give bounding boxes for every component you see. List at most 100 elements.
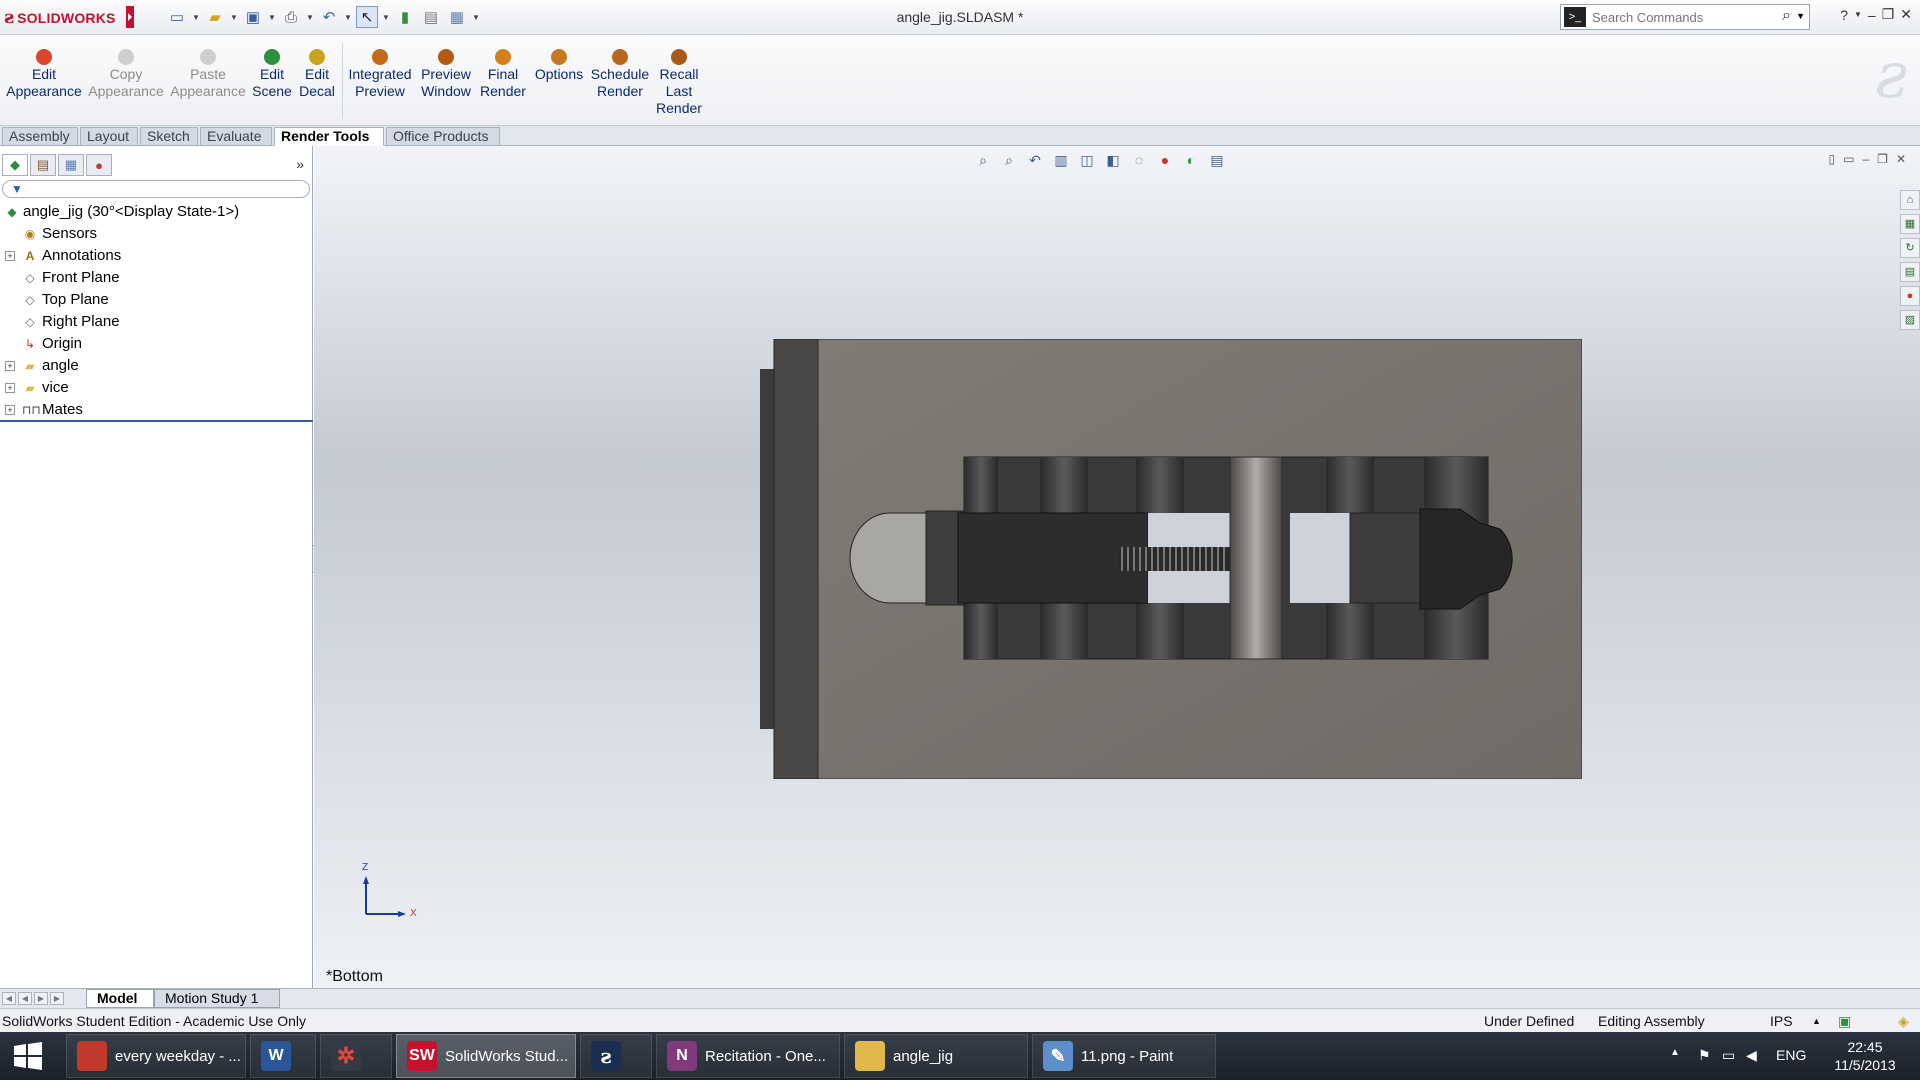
first-tab-icon[interactable]: ◀ (2, 992, 16, 1005)
tree-item-sensors[interactable]: ◉ Sensors (0, 223, 313, 245)
final-render-button[interactable]: Final Render (480, 49, 526, 100)
volume-icon[interactable]: ◀ (1746, 1047, 1757, 1064)
tree-item-vice[interactable]: + ▰ vice (0, 377, 313, 399)
options-icon[interactable]: ▦ (446, 6, 468, 28)
rebuild-status-icon[interactable]: ◈ (1898, 1009, 1909, 1033)
minimize-icon[interactable]: – (1862, 152, 1869, 166)
previous-view-icon[interactable]: ↶ (1026, 152, 1044, 169)
clock[interactable]: 22:45 11/5/2013 (1820, 1038, 1910, 1074)
vice-model[interactable] (760, 339, 1582, 779)
network-icon[interactable]: ▭ (1722, 1047, 1735, 1064)
edit-appearance-button[interactable]: Edit Appearance (6, 49, 82, 100)
edit-scene-button[interactable]: Edit Scene (252, 49, 292, 100)
tree-item-origin[interactable]: ↳ Origin (0, 333, 313, 355)
help-icon[interactable]: ? (1840, 7, 1848, 23)
search-input[interactable] (1592, 9, 1772, 25)
zoom-area-icon[interactable]: ⌕ (1000, 152, 1018, 169)
appearances-icon[interactable]: ● (1900, 286, 1920, 306)
undo-icon[interactable]: ↶ (318, 6, 340, 28)
custom-properties-icon[interactable]: ▨ (1900, 310, 1920, 330)
options-dropdown-icon[interactable]: ▼ (472, 13, 480, 22)
split-horizontal-icon[interactable]: ▭ (1843, 152, 1854, 166)
property-manager-tab-icon[interactable]: ▤ (30, 154, 56, 176)
expand-icon[interactable]: + (5, 361, 15, 371)
last-tab-icon[interactable]: ▶ (50, 992, 64, 1005)
taskbar-word[interactable]: W (250, 1034, 316, 1078)
display-style-icon[interactable]: ◧ (1104, 152, 1122, 169)
section-view-icon[interactable]: ▥ (1052, 152, 1070, 169)
tab-model[interactable]: Model (86, 989, 154, 1008)
taskbar-solidworks[interactable]: SW SolidWorks Stud... (396, 1034, 576, 1078)
tree-root-angle-jig[interactable]: ◆ angle_jig (30°<Display State-1>) (0, 201, 313, 223)
next-tab-icon[interactable]: ▶ (34, 992, 48, 1005)
tree-filter[interactable]: ▼ (2, 180, 310, 198)
select-dropdown-icon[interactable]: ▼ (382, 13, 390, 22)
file-explorer-icon[interactable]: ↻ (1900, 238, 1920, 258)
design-library-icon[interactable]: ▦ (1900, 214, 1920, 234)
hide-show-items-icon[interactable]: ◌ (1130, 152, 1148, 169)
preview-window-button[interactable]: Preview Window (418, 49, 474, 100)
feature-manager-tab-icon[interactable]: ◆ (2, 154, 28, 176)
expand-icon[interactable]: + (5, 405, 15, 415)
taskbar-explorer[interactable]: angle_jig (844, 1034, 1028, 1078)
expand-panel-icon[interactable]: » (296, 156, 304, 172)
solidworks-resources-icon[interactable]: ⌂ (1900, 190, 1920, 210)
help-dropdown-icon[interactable]: ▼ (1854, 10, 1862, 19)
edit-appearance-icon[interactable]: ● (1156, 152, 1174, 169)
open-dropdown-icon[interactable]: ▼ (230, 13, 238, 22)
expand-icon[interactable]: + (5, 383, 15, 393)
taskbar-solidworks-launcher[interactable]: ✲ (320, 1034, 392, 1078)
apply-scene-icon[interactable]: ◐ (1182, 152, 1200, 169)
options-button[interactable]: Options (532, 49, 586, 83)
view-palette-icon[interactable]: ▤ (1900, 262, 1920, 282)
select-arrow-icon[interactable]: ↖ (356, 6, 378, 28)
paste-appearance-button[interactable]: Paste Appearance (170, 49, 246, 100)
configuration-manager-tab-icon[interactable]: ▦ (58, 154, 84, 176)
tree-item-right-plane[interactable]: ◇ Right Plane (0, 311, 313, 333)
close-icon[interactable]: ✕ (1900, 6, 1912, 23)
taskbar-ds-app[interactable]: ƨ (580, 1034, 652, 1078)
solidworks-logo[interactable]: ƨ SOLIDWORKS (0, 0, 133, 35)
tree-item-top-plane[interactable]: ◇ Top Plane (0, 289, 313, 311)
tree-item-mates[interactable]: + ⊓⊓ Mates (0, 399, 313, 421)
taskbar-firefox[interactable]: every weekday - ... (66, 1034, 246, 1078)
new-dropdown-icon[interactable]: ▼ (192, 13, 200, 22)
units-dropdown-icon[interactable]: ▲ (1812, 1009, 1821, 1033)
restore-icon[interactable]: ❐ (1882, 6, 1895, 23)
minimize-icon[interactable]: – (1868, 7, 1876, 23)
search-dropdown-icon[interactable]: ▼ (1796, 11, 1805, 21)
split-view-icon[interactable]: ▯ (1829, 152, 1836, 166)
tree-item-front-plane[interactable]: ◇ Front Plane (0, 267, 313, 289)
edit-decal-button[interactable]: Edit Decal (297, 49, 337, 100)
rollback-bar[interactable] (0, 420, 313, 422)
view-settings-icon[interactable]: ▤ (1208, 152, 1226, 169)
taskbar-paint[interactable]: ✎ 11.png - Paint (1032, 1034, 1216, 1078)
windows-start-icon[interactable] (8, 1040, 48, 1072)
integrated-preview-button[interactable]: Integrated Preview (346, 49, 414, 100)
close-icon[interactable]: ✕ (1896, 152, 1906, 166)
tab-motion-study-1[interactable]: Motion Study 1 (154, 989, 280, 1008)
units-status[interactable]: IPS (1770, 1009, 1793, 1033)
taskbar-onenote[interactable]: N Recitation - One... (656, 1034, 840, 1078)
tab-assembly[interactable]: Assembly (2, 127, 78, 146)
view-orientation-icon[interactable]: ◫ (1078, 152, 1096, 169)
file-properties-icon[interactable]: ▤ (420, 6, 442, 28)
search-commands[interactable]: >_ ⌕ ▼ (1560, 4, 1810, 30)
language-indicator[interactable]: ENG (1776, 1047, 1806, 1063)
print-icon[interactable]: ⎙ (280, 6, 302, 28)
show-hidden-icons-icon[interactable]: ▲ (1670, 1047, 1680, 1058)
copy-appearance-button[interactable]: Copy Appearance (88, 49, 164, 100)
graphics-area[interactable]: ⌕ ⌕ ↶ ▥ ◫ ◧ ◌ ● ◐ ▤ ▯ ▭ – ❐ ✕ ⌂ ▦ ↻ ▤ ● … (314, 146, 1920, 988)
schedule-render-button[interactable]: Schedule Render (590, 49, 650, 100)
open-folder-icon[interactable]: ▰ (204, 6, 226, 28)
tab-layout[interactable]: Layout (80, 127, 138, 146)
zoom-to-fit-icon[interactable]: ⌕ (974, 152, 992, 169)
rebuild-icon[interactable]: ▮ (394, 6, 416, 28)
menu-flyout-button[interactable] (126, 6, 134, 28)
print-dropdown-icon[interactable]: ▼ (306, 13, 314, 22)
tab-evaluate[interactable]: Evaluate (200, 127, 272, 146)
flag-icon[interactable]: ⚑ (1698, 1047, 1711, 1064)
help-status-icon[interactable]: ▣ (1838, 1009, 1851, 1033)
restore-icon[interactable]: ❐ (1877, 152, 1888, 166)
prev-tab-icon[interactable]: ◀ (18, 992, 32, 1005)
